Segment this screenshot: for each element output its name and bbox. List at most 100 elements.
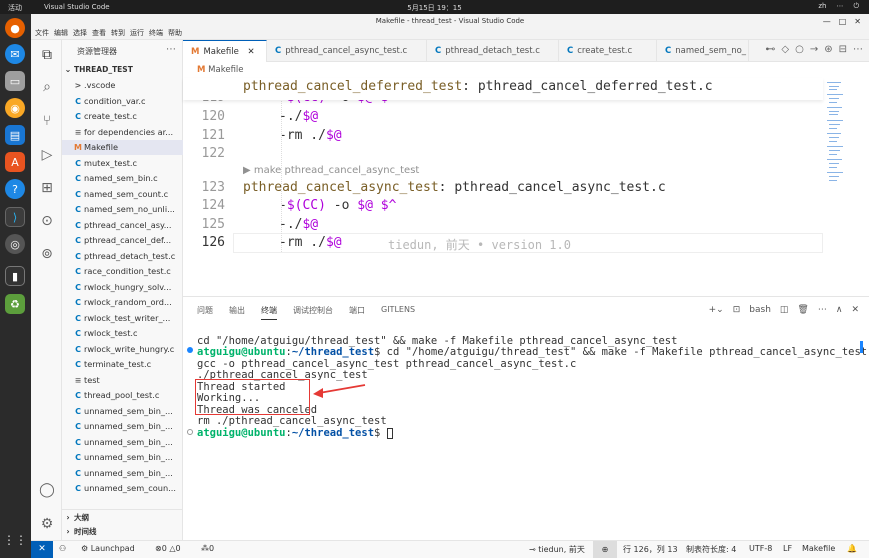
thunderbird-icon[interactable]: ✉ [5, 44, 25, 64]
close-window-button[interactable]: ✕ [854, 17, 861, 26]
file-item[interactable]: Cnamed_sem_bin.c [62, 171, 183, 186]
tab-pthread-detach[interactable]: Cpthread_detach_test.c [427, 40, 559, 62]
panel-tab-debug-console[interactable]: 调试控制台 [293, 305, 333, 316]
tab-pthread-cancel-async[interactable]: Cpthread_cancel_async_test.c [267, 40, 427, 62]
clock[interactable]: 5月15日 19：15 [0, 3, 869, 13]
extensions-icon[interactable]: ⊞ [36, 177, 58, 199]
file-item[interactable]: Cunnamed_sem_bin_... [62, 435, 183, 450]
file-item[interactable]: Cpthread_detach_test.c [62, 249, 183, 264]
file-item[interactable]: Cpthread_cancel_asy... [62, 218, 183, 233]
panel-tab-terminal[interactable]: 终端 [261, 305, 277, 320]
cursor-position[interactable]: 行 126，列 13 [623, 544, 678, 555]
outline-section[interactable]: › 大纲 [62, 509, 183, 524]
network-icon[interactable]: ⋯ [836, 2, 843, 11]
close-panel-icon[interactable]: ✕ [851, 305, 859, 315]
indentation-status[interactable]: 制表符长度: 4 [686, 544, 736, 555]
file-item[interactable]: ≡ for dependencies ar... [62, 125, 183, 140]
show-apps-icon[interactable]: ⋮⋮ [3, 530, 27, 550]
help-icon[interactable]: ? [5, 179, 25, 199]
kill-terminal-icon[interactable]: 🗑 [797, 305, 808, 315]
rhythmbox-icon[interactable]: ◉ [5, 98, 25, 118]
notifications-bell-icon[interactable]: 🔔 [847, 544, 857, 553]
file-item[interactable]: Cterminate_test.c [62, 357, 183, 372]
menu-file[interactable]: 文件 [35, 28, 49, 38]
file-item[interactable]: Crace_condition_test.c [62, 264, 183, 279]
tab-named-sem-no[interactable]: Cnamed_sem_no_ [657, 40, 749, 62]
file-item[interactable]: Cnamed_sem_no_unli... [62, 202, 183, 217]
blame-status[interactable]: ⊸ tiedun, 前天 [529, 544, 585, 555]
panel-tab-problems[interactable]: 问题 [197, 305, 213, 316]
eol-status[interactable]: LF [783, 544, 792, 553]
search-icon[interactable]: ⌕ [36, 76, 58, 98]
tab-create-test[interactable]: Ccreate_test.c [559, 40, 657, 62]
ports-status[interactable]: ⁂0 [201, 544, 214, 553]
trash-icon[interactable]: ♻ [5, 294, 25, 314]
menu-edit[interactable]: 编辑 [54, 28, 68, 38]
new-terminal-icon[interactable]: +⌄ [709, 305, 724, 315]
manage-gear-icon[interactable]: ⚙ [36, 513, 58, 535]
file-item[interactable]: Cunnamed_sem_bin_... [62, 450, 183, 465]
codelens-run-target[interactable]: ▶ make pthread_cancel_async_test [243, 165, 419, 176]
command-success-dot[interactable] [187, 347, 193, 353]
next-change-icon[interactable]: ○ [795, 44, 804, 55]
close-tab-icon[interactable]: ✕ [248, 47, 255, 57]
launchpad-status[interactable]: ⚙ Launchpad [81, 544, 135, 553]
file-item[interactable]: Ccondition_var.c [62, 94, 183, 109]
app-center-icon[interactable]: A [5, 152, 25, 172]
file-item[interactable]: ≡ test [62, 373, 183, 388]
breadcrumb[interactable]: M Makefile [183, 62, 869, 78]
remote-indicator[interactable]: ✕ [31, 541, 53, 558]
timeline-section[interactable]: › 时间线 [62, 524, 183, 539]
menu-help[interactable]: 帮助 [168, 28, 182, 38]
menu-selection[interactable]: 选择 [73, 28, 87, 38]
explorer-icon[interactable]: ⧉ [36, 44, 58, 66]
file-item[interactable]: Cunnamed_sem_coun... [62, 481, 183, 496]
more-actions-icon[interactable]: ⋯ [166, 44, 176, 55]
code-editor[interactable]: pthread_cancel_deferred_test: pthread_ca… [183, 78, 823, 296]
more-editor-actions-icon[interactable]: ⋯ [853, 44, 863, 55]
split-terminal-icon[interactable]: ◫ [780, 305, 789, 315]
split-editor-icon[interactable]: ⊟ [839, 44, 847, 55]
file-item[interactable]: Cmutex_test.c [62, 156, 183, 171]
source-control-icon[interactable]: ⑂ [36, 110, 58, 132]
menu-view[interactable]: 查看 [92, 28, 106, 38]
file-item[interactable]: M Makefile [62, 140, 183, 155]
file-item[interactable]: Crwlock_hungry_solv... [62, 280, 183, 295]
power-icon[interactable]: ⏻ [853, 2, 859, 11]
shell-name[interactable]: bash [749, 305, 771, 315]
file-item[interactable]: Crwlock_test.c [62, 326, 183, 341]
system-tray[interactable]: zh ⋯ ⏻ [818, 2, 859, 11]
terminal-shell-icon[interactable]: ⊡ [733, 305, 741, 315]
maximize-panel-icon[interactable]: ∧ [836, 305, 843, 315]
maximize-button[interactable]: □ [839, 17, 847, 26]
more-panel-actions-icon[interactable]: ⋯ [818, 305, 827, 315]
terminal-prompt-line[interactable]: atguigu@ubuntu:~/thread_test$ [197, 427, 393, 439]
gitlens-history-icon[interactable]: ⊛ [824, 44, 832, 55]
files-icon[interactable]: ▭ [5, 71, 25, 91]
firefox-icon[interactable]: ● [5, 18, 25, 38]
file-item[interactable]: Crwlock_write_hungry.c [62, 342, 183, 357]
file-item[interactable]: Crwlock_random_ord... [62, 295, 183, 310]
file-item[interactable]: Cnamed_sem_count.c [62, 187, 183, 202]
panel-tab-ports[interactable]: 端口 [349, 305, 365, 316]
run-debug-icon[interactable]: ▷ [36, 144, 58, 166]
writer-icon[interactable]: ▤ [5, 125, 25, 145]
file-item[interactable]: Cunnamed_sem_bin_... [62, 404, 183, 419]
menu-go[interactable]: 转到 [111, 28, 125, 38]
input-method-indicator[interactable]: zh [818, 2, 826, 11]
workspace-folder[interactable]: ⌄ THREAD_TEST [62, 62, 183, 77]
file-item[interactable]: Ccreate_test.c [62, 109, 183, 124]
source-control-status-icon[interactable]: ⚇ [59, 544, 66, 553]
remote-explorer-icon[interactable]: ⊚ [36, 243, 58, 265]
account-icon[interactable]: ◯ [36, 479, 58, 501]
file-item[interactable]: Crwlock_test_writer_... [62, 311, 183, 326]
menu-run[interactable]: 运行 [130, 28, 144, 38]
encoding-status[interactable]: UTF-8 [749, 544, 772, 553]
sticky-scroll[interactable]: pthread_cancel_deferred_test: pthread_ca… [183, 78, 823, 100]
panel-tab-output[interactable]: 输出 [229, 305, 245, 316]
gitlens-icon[interactable]: ⊙ [36, 210, 58, 232]
arrow-right-icon[interactable]: → [810, 44, 818, 55]
prev-change-icon[interactable]: ◇ [781, 44, 789, 55]
menu-terminal[interactable]: 终端 [149, 28, 163, 38]
minimap[interactable] [823, 78, 869, 296]
